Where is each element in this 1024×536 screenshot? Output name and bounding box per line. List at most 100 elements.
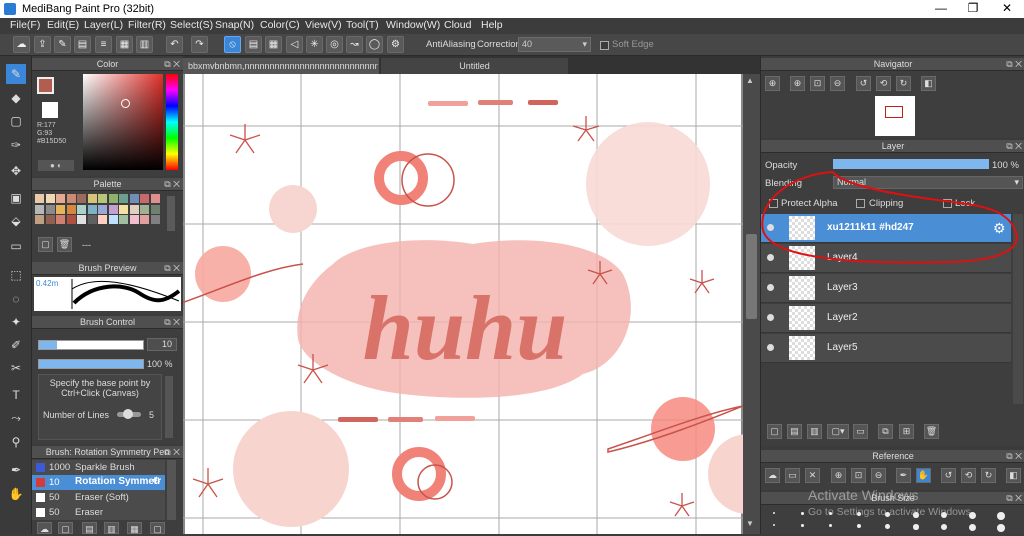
rotate-right-icon[interactable]: ↻ xyxy=(896,76,911,91)
brush-size-preset[interactable] xyxy=(857,524,862,529)
number-of-lines-slider[interactable] xyxy=(117,409,141,419)
panel-controls-icon[interactable]: ⧉ ✕ xyxy=(164,262,180,275)
cloud-icon[interactable]: ☁ xyxy=(13,36,30,53)
brush-size-slider[interactable] xyxy=(38,340,144,350)
dot-tool-icon[interactable]: ✑ xyxy=(6,135,26,155)
palette-swatch[interactable] xyxy=(66,194,76,203)
select-eraser-icon[interactable]: ✂ xyxy=(6,358,26,378)
visibility-icon[interactable] xyxy=(767,344,774,351)
new-halftone-layer-icon[interactable]: ▤ xyxy=(787,424,802,439)
palette-swatch[interactable] xyxy=(98,194,107,203)
move-tool-icon[interactable]: ✥ xyxy=(6,161,26,181)
layer-add-menu-icon[interactable]: ▢▾ xyxy=(827,424,849,439)
palette-swatch[interactable] xyxy=(129,194,139,203)
brush-size-preset[interactable] xyxy=(997,512,1005,520)
brush-copy-icon[interactable]: ▢ xyxy=(58,522,73,534)
fit-icon[interactable]: ⊡ xyxy=(810,76,825,91)
brush-list-scrollbar[interactable] xyxy=(167,460,176,520)
gradient-tool-icon[interactable]: ▭ xyxy=(6,236,26,256)
tab-document-1[interactable]: bbxmvbnbmn,nnnnnnnnnnnnnnnnnnnnnnnnnnnnn… xyxy=(183,58,379,74)
background-color-swatch[interactable] xyxy=(42,102,58,118)
reference-fit-icon[interactable]: ⊡ xyxy=(851,468,866,483)
minimize-button[interactable]: — xyxy=(926,1,956,17)
palette-swatch[interactable] xyxy=(56,204,65,214)
palette-swatch[interactable] xyxy=(35,194,44,203)
palette-swatch[interactable] xyxy=(77,215,86,224)
palette-swatch[interactable] xyxy=(45,215,55,224)
brush-size-preset[interactable] xyxy=(829,524,833,528)
palette-swatch[interactable] xyxy=(108,215,118,224)
add-brush-icon[interactable]: ☁ xyxy=(37,522,52,534)
magic-wand-icon[interactable]: ✦ xyxy=(6,312,26,332)
palette-swatch[interactable] xyxy=(119,204,128,214)
menu-window[interactable]: Window(W) xyxy=(386,19,440,31)
reference-rotate-right-icon[interactable]: ↻ xyxy=(981,468,996,483)
zoom-in-icon[interactable]: ⊕ xyxy=(765,76,780,91)
text-tool-icon[interactable]: T xyxy=(6,385,26,405)
palette-swatch[interactable] xyxy=(45,194,55,203)
palette-swatch[interactable] xyxy=(45,204,55,214)
menu-select[interactable]: Select(S) xyxy=(170,19,213,31)
brush-item[interactable]: 50 Eraser xyxy=(32,505,165,520)
select-tool-icon[interactable]: ⬚ xyxy=(6,265,26,285)
foreground-color-swatch[interactable] xyxy=(37,77,54,94)
palette-swatch[interactable] xyxy=(56,194,65,203)
palette-swatches[interactable] xyxy=(35,194,165,234)
panel-controls-icon[interactable]: ⧉ ✕ xyxy=(1006,492,1022,505)
rotate-left-icon[interactable]: ↺ xyxy=(856,76,871,91)
panel-controls-icon[interactable]: ⧉ ✕ xyxy=(164,446,180,459)
brush-item-selected[interactable]: 10 Rotation Symmetry Pen ⚙ xyxy=(32,475,165,490)
brush-item[interactable]: 1000 Sparkle Brush xyxy=(32,460,165,475)
menu-file[interactable]: File(F) xyxy=(10,19,40,31)
menu-view[interactable]: View(V) xyxy=(305,19,342,31)
new-folder-icon[interactable]: ▭ xyxy=(853,424,868,439)
brush-size-preset[interactable] xyxy=(801,512,804,515)
gear-icon[interactable]: ⚙ xyxy=(152,476,161,487)
panel-controls-icon[interactable]: ⧉ ✕ xyxy=(164,58,180,71)
palette-swatch[interactable] xyxy=(98,215,107,224)
redo-icon[interactable]: ↷ xyxy=(191,36,208,53)
snap-settings-icon[interactable]: ⚙ xyxy=(387,36,404,53)
panel-controls-icon[interactable]: ⧉ ✕ xyxy=(1006,140,1022,153)
menu-tool[interactable]: Tool(T) xyxy=(346,19,379,31)
palette-swatch[interactable] xyxy=(119,215,128,224)
menu-edit[interactable]: Edit(E) xyxy=(47,19,79,31)
panel-controls-icon[interactable]: ⧉ ✕ xyxy=(164,178,180,191)
brush-size-value[interactable]: 10 xyxy=(147,338,177,351)
reference-zoom-out-icon[interactable]: ⊖ xyxy=(871,468,886,483)
bucket-tool-icon[interactable]: ⬙ xyxy=(6,211,26,231)
palette-swatch[interactable] xyxy=(66,204,76,214)
soft-edge-checkbox[interactable] xyxy=(600,41,609,50)
palette-swatch[interactable] xyxy=(66,215,76,224)
new-8bit-layer-icon[interactable]: ▥ xyxy=(807,424,822,439)
snap-vanish-icon[interactable]: ◁ xyxy=(286,36,303,53)
hue-slider[interactable] xyxy=(166,74,178,170)
panel-icon[interactable]: ▥ xyxy=(136,36,153,53)
panel-controls-icon[interactable]: ⧉ ✕ xyxy=(164,316,180,329)
snap-off-icon[interactable]: ⦸ xyxy=(224,36,241,53)
palette-swatch[interactable] xyxy=(87,204,97,214)
palette-swatch[interactable] xyxy=(140,215,149,224)
palette-swatch[interactable] xyxy=(119,194,128,203)
palette-swatch[interactable] xyxy=(77,204,86,214)
page-icon[interactable]: ▤ xyxy=(74,36,91,53)
correction-select[interactable]: 40 ▾ xyxy=(518,37,591,52)
palette-swatch[interactable] xyxy=(150,194,160,203)
eyedropper-icon[interactable]: ⚲ xyxy=(6,432,26,452)
palette-swatch[interactable] xyxy=(35,204,44,214)
snap-cross-icon[interactable]: ▦ xyxy=(265,36,282,53)
lasso-tool-icon[interactable]: ◌ xyxy=(6,289,26,309)
menu-filter[interactable]: Filter(R) xyxy=(128,19,166,31)
palette-swatch[interactable] xyxy=(129,215,139,224)
hand-tool-icon[interactable]: ✋ xyxy=(6,484,26,504)
brush-size-preset[interactable] xyxy=(885,524,890,529)
palette-swatch[interactable] xyxy=(77,194,86,203)
brush-size-preset[interactable] xyxy=(941,524,948,531)
navigator-thumbnail[interactable] xyxy=(875,96,915,136)
reference-rotate-reset-icon[interactable]: ⟲ xyxy=(961,468,976,483)
merge-layer-icon[interactable]: ⊞ xyxy=(899,424,914,439)
reference-open-icon[interactable]: ▭ xyxy=(785,468,800,483)
snap-curve-icon[interactable]: ↝ xyxy=(346,36,363,53)
scroll-up-icon[interactable]: ▲ xyxy=(746,76,754,85)
brush-size-preset[interactable] xyxy=(801,524,804,527)
